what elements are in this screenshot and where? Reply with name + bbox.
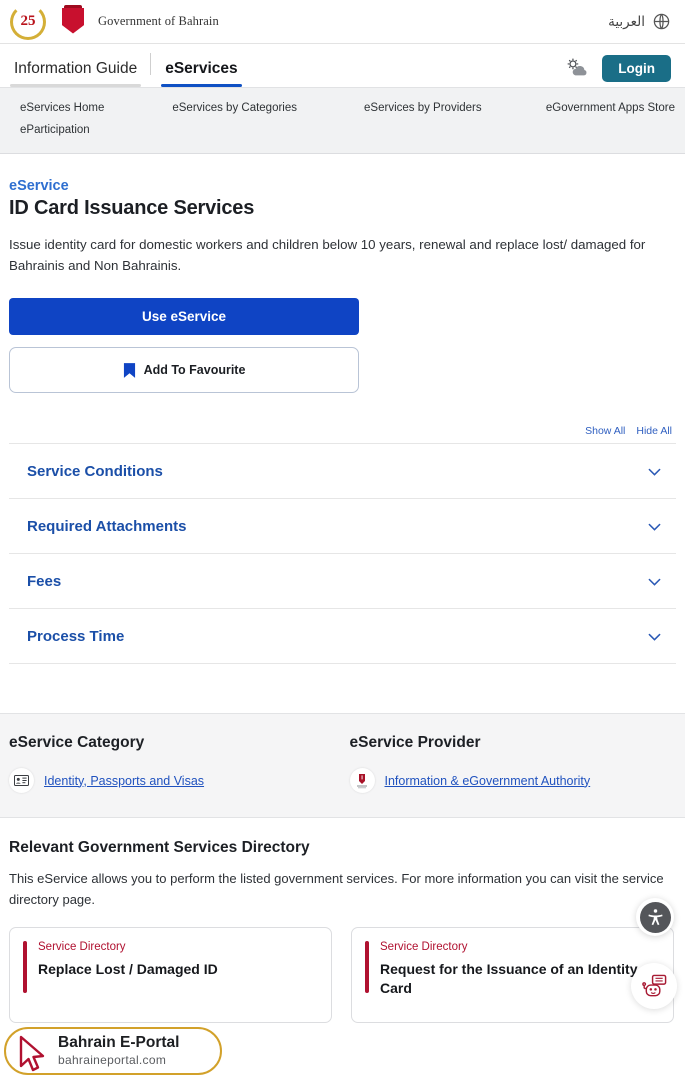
subnav-item-eservices-by-providers[interactable]: eServices by Providers <box>364 97 546 119</box>
accordion-item-process-time[interactable]: Process Time <box>9 609 676 664</box>
eservice-provider-heading: eService Provider <box>349 734 481 751</box>
subnav-item-eservices-by-categories[interactable]: eServices by Categories <box>172 97 364 119</box>
card-kicker: Service Directory <box>380 940 468 953</box>
language-label[interactable]: العربية <box>608 14 645 30</box>
subnav-item-eparticipation[interactable]: eParticipation <box>10 119 175 141</box>
accordion-item-service-conditions[interactable]: Service Conditions <box>9 444 676 499</box>
main-tab-bar: Information Guide eServices Login <box>0 44 685 87</box>
id-card-icon <box>9 768 34 793</box>
weather-sun-cloud-icon[interactable] <box>564 57 590 79</box>
add-to-favourite-label: Add To Favourite <box>143 363 246 377</box>
chevron-down-icon[interactable] <box>645 517 664 536</box>
watermark-badge: Bahrain E-Portal bahraineportal.com <box>4 1027 222 1075</box>
show-all-link[interactable]: Show All <box>585 425 625 437</box>
anniversary-seal-icon: 25 <box>8 2 48 42</box>
mouse-cursor-icon <box>19 1035 45 1072</box>
seal-number: 25 <box>20 13 36 29</box>
subnav-row-1: eServices Home eServices by Categories e… <box>10 97 675 119</box>
directory-heading: Relevant Government Services Directory <box>9 839 310 856</box>
bahrain-coat-of-arms-icon <box>58 4 88 39</box>
chatbot-button[interactable] <box>631 963 677 1009</box>
card-body: Service Directory Replace Lost / Damaged… <box>38 941 218 1022</box>
eservice-provider-link[interactable]: Information & eGovernment Authority <box>385 774 591 788</box>
eservice-category-heading: eService Category <box>9 734 145 751</box>
services-directory-section: Relevant Government Services Directory T… <box>0 818 685 1023</box>
directory-description: This eService allows you to perform the … <box>9 871 664 907</box>
card-kicker: Service Directory <box>38 940 126 953</box>
use-eservice-button[interactable]: Use eService <box>9 298 359 335</box>
accordion-label: Fees <box>27 572 62 590</box>
subnav-row-2: eParticipation <box>10 119 675 141</box>
main-content: eService ID Card Issuance Services Issue… <box>0 154 685 664</box>
globe-icon[interactable] <box>652 12 671 31</box>
tab-active-underline <box>161 84 242 87</box>
iga-crest-icon <box>349 768 375 793</box>
card-title: Request for the Issuance of an Identity … <box>380 960 638 997</box>
service-meta-section: eService Category Identity, Passports an… <box>0 713 685 818</box>
hide-all-link[interactable]: Hide All <box>636 425 672 437</box>
service-description: Issue identity card for domestic workers… <box>9 237 646 273</box>
accordion-controls: Show All Hide All <box>9 425 676 443</box>
eservice-category-link[interactable]: Identity, Passports and Visas <box>44 774 204 788</box>
accordion-item-fees[interactable]: Fees <box>9 554 676 609</box>
subnav-item-egovernment-apps-store[interactable]: eGovernment Apps Store <box>546 97 675 119</box>
accordion-label: Process Time <box>27 627 125 645</box>
id-card-glyph-icon <box>14 775 29 786</box>
add-to-favourite-button[interactable]: Add To Favourite <box>9 347 359 393</box>
government-logo-group: 25 Government of Bahrain <box>8 2 219 42</box>
eservice-category-row[interactable]: Identity, Passports and Visas <box>9 768 343 793</box>
accordion-label: Required Attachments <box>27 517 187 535</box>
watermark-subtitle: bahraineportal.com <box>58 1053 167 1068</box>
card-title: Replace Lost / Damaged ID <box>38 960 218 977</box>
tab-eservices[interactable]: eServices <box>151 44 251 87</box>
eservice-provider-row[interactable]: Information & eGovernment Authority <box>349 768 677 793</box>
tab-underline <box>10 84 142 87</box>
login-button[interactable]: Login <box>602 54 671 82</box>
accordion: Service Conditions Required Attachments … <box>9 443 676 664</box>
eservice-category-column: eService Category Identity, Passports an… <box>9 734 343 793</box>
iga-crest-glyph-icon <box>357 773 367 788</box>
subnav-item-eservices-home[interactable]: eServices Home <box>10 97 172 119</box>
tab-information-guide[interactable]: Information Guide <box>0 44 152 87</box>
accordion-label: Service Conditions <box>27 462 163 480</box>
chevron-down-icon[interactable] <box>645 627 664 646</box>
directory-card-list: Service Directory Replace Lost / Damaged… <box>9 926 676 1023</box>
card-body: Service Directory Request for the Issuan… <box>380 941 661 1022</box>
accessibility-button[interactable] <box>636 898 674 936</box>
watermark-title: Bahrain E-Portal <box>58 1034 180 1052</box>
tab-bar-actions: Login <box>564 54 671 88</box>
accessibility-icon <box>647 908 663 925</box>
language-switcher[interactable]: العربية <box>608 12 671 31</box>
directory-card[interactable]: Service Directory Request for the Issuan… <box>351 926 674 1023</box>
chatbot-robot-icon <box>641 974 666 996</box>
accessibility-icon-wrap <box>639 901 671 933</box>
card-accent-bar <box>365 940 369 993</box>
bookmark-icon <box>123 362 135 378</box>
government-name: Government of Bahrain <box>98 14 219 28</box>
directory-card[interactable]: Service Directory Replace Lost / Damaged… <box>9 926 332 1023</box>
secondary-navigation: eServices Home eServices by Categories e… <box>0 87 685 154</box>
accordion-item-required-attachments[interactable]: Required Attachments <box>9 499 676 554</box>
tab-label: eServices <box>165 60 238 77</box>
top-bar: 25 Government of Bahrain العربية <box>0 0 685 44</box>
chevron-down-icon[interactable] <box>645 572 664 591</box>
tab-label: Information Guide <box>14 60 138 77</box>
eservice-kicker: eService <box>9 178 69 194</box>
card-accent-bar <box>23 940 27 993</box>
page-title: ID Card Issuance Services <box>9 197 255 219</box>
chevron-down-icon[interactable] <box>645 462 664 481</box>
tab-list: Information Guide eServices <box>0 44 252 87</box>
eservice-provider-column: eService Provider Information & eGovernm… <box>343 734 677 793</box>
watermark-text: Bahrain E-Portal bahraineportal.com <box>58 1034 179 1067</box>
